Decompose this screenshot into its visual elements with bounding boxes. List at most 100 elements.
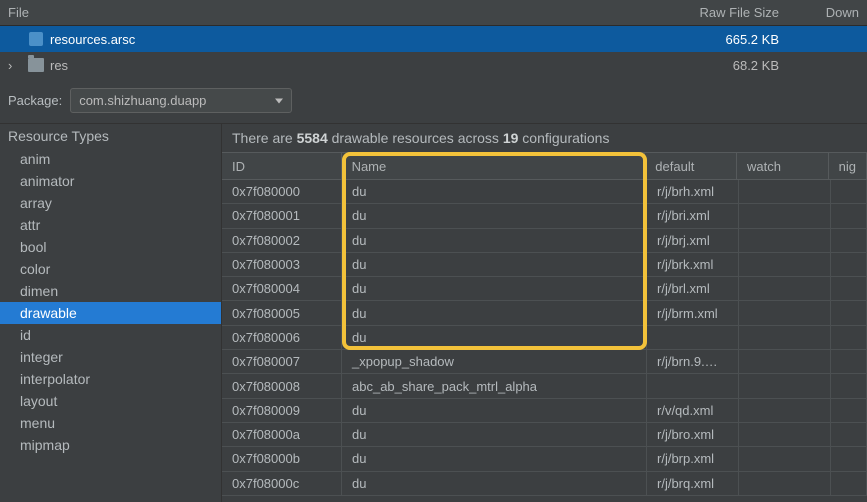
sidebar-item-animator[interactable]: animator <box>0 170 221 192</box>
cell-default: r/j/bri.xml <box>647 204 739 227</box>
sidebar-item-integer[interactable]: integer <box>0 346 221 368</box>
folder-icon <box>28 58 44 72</box>
sidebar-item-attr[interactable]: attr <box>0 214 221 236</box>
sidebar-item-anim[interactable]: anim <box>0 148 221 170</box>
cell-watch <box>739 326 831 349</box>
cell-nig <box>831 301 867 324</box>
sidebar-item-array[interactable]: array <box>0 192 221 214</box>
cell-id: 0x7f080008 <box>222 374 342 397</box>
sidebar-item-mipmap[interactable]: mipmap <box>0 434 221 456</box>
cell-id: 0x7f080006 <box>222 326 342 349</box>
table-row[interactable]: 0x7f080005dur/j/brm.xml <box>222 301 867 325</box>
table-row[interactable]: 0x7f080004dur/j/brl.xml <box>222 277 867 301</box>
file-tree: resources.arsc665.2 KB›res68.2 KB <box>0 26 867 78</box>
cell-default: r/j/brl.xml <box>647 277 739 300</box>
tree-indent <box>8 32 22 47</box>
col-header-name[interactable]: Name <box>342 153 646 179</box>
tree-row-resources.arsc[interactable]: resources.arsc665.2 KB <box>0 26 867 52</box>
sidebar-item-color[interactable]: color <box>0 258 221 280</box>
cell-watch <box>739 374 831 397</box>
package-label: Package: <box>8 93 62 108</box>
cell-default: r/v/qd.xml <box>647 399 739 422</box>
cell-name: du <box>342 204 647 227</box>
cell-nig <box>831 229 867 252</box>
cell-name: du <box>342 399 647 422</box>
table-header: ID Name default watch nig <box>222 152 867 180</box>
cell-default: r/j/brj.xml <box>647 229 739 252</box>
resource-summary: There are 5584 drawable resources across… <box>222 124 867 152</box>
col-header-default[interactable]: default <box>645 153 737 179</box>
cell-nig <box>831 472 867 495</box>
resource-types-sidebar: Resource Types animanimatorarrayattrbool… <box>0 124 222 502</box>
resource-file-icon <box>28 31 44 47</box>
cell-default: r/j/brq.xml <box>647 472 739 495</box>
cell-watch <box>739 277 831 300</box>
table-row[interactable]: 0x7f080009dur/v/qd.xml <box>222 399 867 423</box>
package-dropdown-value: com.shizhuang.duapp <box>79 93 206 108</box>
cell-name: abc_ab_share_pack_mtrl_alpha <box>342 374 647 397</box>
cell-id: 0x7f080001 <box>222 204 342 227</box>
cell-watch <box>739 423 831 446</box>
header-download-col[interactable]: Down <box>799 5 859 20</box>
file-size: 665.2 KB <box>649 32 799 47</box>
cell-default: r/j/brk.xml <box>647 253 739 276</box>
table-row[interactable]: 0x7f080000dur/j/brh.xml <box>222 180 867 204</box>
table-row[interactable]: 0x7f08000adur/j/bro.xml <box>222 423 867 447</box>
cell-default: r/j/brn.9.… <box>647 350 739 373</box>
resource-content: There are 5584 drawable resources across… <box>222 124 867 502</box>
sidebar-item-dimen[interactable]: dimen <box>0 280 221 302</box>
expand-arrow-icon[interactable]: › <box>8 58 22 73</box>
cell-nig <box>831 253 867 276</box>
cell-id: 0x7f080009 <box>222 399 342 422</box>
tree-row-res[interactable]: ›res68.2 KB <box>0 52 867 78</box>
cell-watch <box>739 301 831 324</box>
cell-name: du <box>342 253 647 276</box>
header-raw-col[interactable]: Raw File Size <box>649 5 799 20</box>
table-row[interactable]: 0x7f080001dur/j/bri.xml <box>222 204 867 228</box>
file-size: 68.2 KB <box>649 58 799 73</box>
package-dropdown[interactable]: com.shizhuang.duapp <box>70 88 292 113</box>
cell-id: 0x7f080005 <box>222 301 342 324</box>
sidebar-item-menu[interactable]: menu <box>0 412 221 434</box>
cell-default: r/j/brm.xml <box>647 301 739 324</box>
header-file-col[interactable]: File <box>8 5 649 20</box>
cell-watch <box>739 204 831 227</box>
sidebar-item-drawable[interactable]: drawable <box>0 302 221 324</box>
cell-watch <box>739 253 831 276</box>
cell-default <box>647 374 739 397</box>
sidebar-item-id[interactable]: id <box>0 324 221 346</box>
summary-post: configurations <box>518 130 609 146</box>
cell-default <box>647 326 739 349</box>
cell-name: du <box>342 277 647 300</box>
cell-nig <box>831 447 867 470</box>
col-header-id[interactable]: ID <box>222 153 342 179</box>
sidebar-title: Resource Types <box>0 124 221 148</box>
table-row[interactable]: 0x7f080003dur/j/brk.xml <box>222 253 867 277</box>
cell-id: 0x7f08000c <box>222 472 342 495</box>
cell-name: du <box>342 472 647 495</box>
sidebar-item-interpolator[interactable]: interpolator <box>0 368 221 390</box>
cell-nig <box>831 204 867 227</box>
table-row[interactable]: 0x7f08000bdur/j/brp.xml <box>222 447 867 471</box>
cell-id: 0x7f08000b <box>222 447 342 470</box>
sidebar-item-layout[interactable]: layout <box>0 390 221 412</box>
table-row[interactable]: 0x7f08000cdur/j/brq.xml <box>222 472 867 496</box>
table-row[interactable]: 0x7f080002dur/j/brj.xml <box>222 229 867 253</box>
col-header-watch[interactable]: watch <box>737 153 829 179</box>
cell-id: 0x7f080000 <box>222 180 342 203</box>
cell-watch <box>739 180 831 203</box>
sidebar-item-bool[interactable]: bool <box>0 236 221 258</box>
cell-watch <box>739 472 831 495</box>
cell-name: du <box>342 447 647 470</box>
table-row[interactable]: 0x7f080007_xpopup_shadowr/j/brn.9.… <box>222 350 867 374</box>
col-header-nig[interactable]: nig <box>829 153 867 179</box>
resource-table: ID Name default watch nig 0x7f080000dur/… <box>222 152 867 496</box>
cell-name: du <box>342 326 647 349</box>
cell-name: _xpopup_shadow <box>342 350 647 373</box>
table-row[interactable]: 0x7f080008abc_ab_share_pack_mtrl_alpha <box>222 374 867 398</box>
cell-watch <box>739 229 831 252</box>
table-row[interactable]: 0x7f080006du <box>222 326 867 350</box>
cell-id: 0x7f080003 <box>222 253 342 276</box>
cell-nig <box>831 399 867 422</box>
cell-name: du <box>342 423 647 446</box>
